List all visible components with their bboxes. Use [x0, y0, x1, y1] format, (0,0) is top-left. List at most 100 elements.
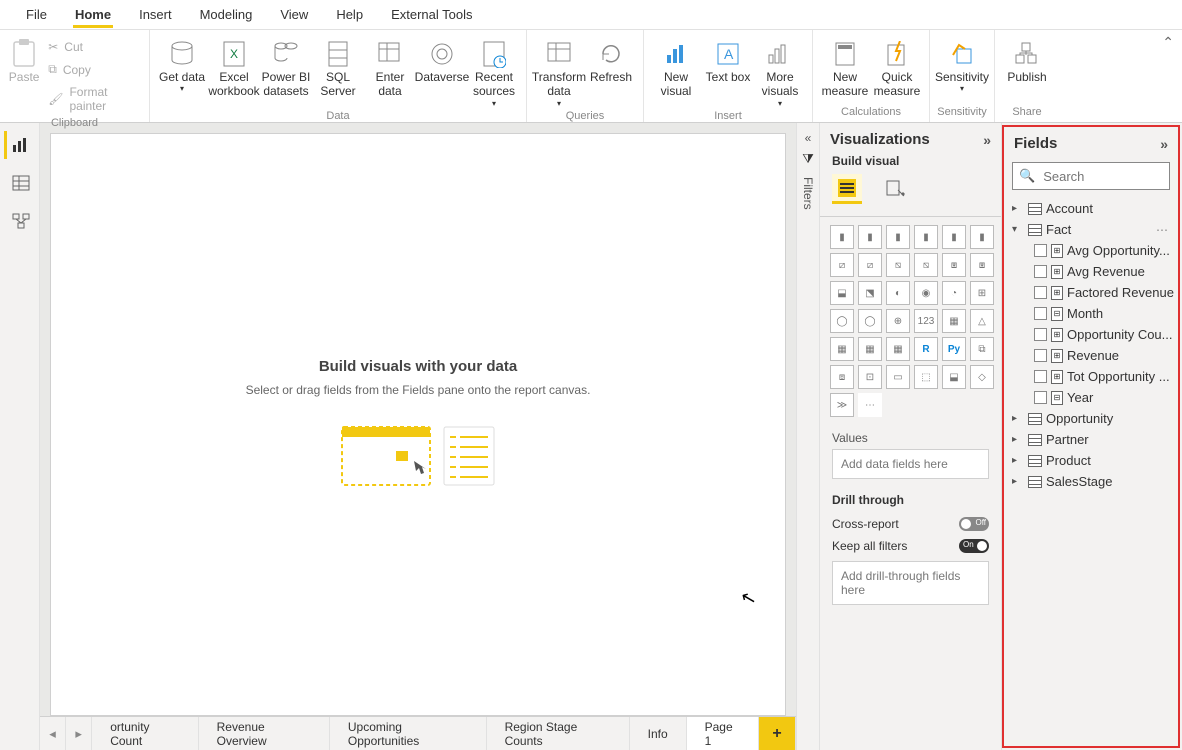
viz-type[interactable]: ▮ [942, 225, 966, 249]
viz-type[interactable]: ⧈ [830, 365, 854, 389]
values-well[interactable]: Add data fields here [832, 449, 989, 479]
page-tab[interactable]: Region Stage Counts [487, 717, 630, 750]
get-data-button[interactable]: Get data▾ [156, 34, 208, 108]
page-tab[interactable]: ortunity Count [92, 717, 198, 750]
refresh-button[interactable]: Refresh [585, 34, 637, 108]
table-row-fact[interactable]: ▾Fact⋯ [1008, 219, 1174, 240]
viz-type[interactable]: ⬚ [914, 365, 938, 389]
copy-button[interactable]: ⧉Copy [42, 60, 143, 79]
viz-type[interactable]: ⧄ [858, 253, 882, 277]
report-view-button[interactable] [4, 131, 36, 159]
dataverse-button[interactable]: Dataverse [416, 34, 468, 108]
viz-type[interactable]: ⊡ [858, 365, 882, 389]
fields-search[interactable]: 🔍 [1012, 162, 1170, 190]
page-tab[interactable]: Revenue Overview [199, 717, 330, 750]
data-view-button[interactable] [4, 169, 36, 197]
pbi-datasets-button[interactable]: Power BI datasets [260, 34, 312, 108]
new-measure-button[interactable]: New measure [819, 34, 871, 104]
format-visual-tab[interactable] [880, 174, 910, 204]
sql-server-button[interactable]: SQL Server [312, 34, 364, 108]
field-checkbox[interactable] [1034, 349, 1047, 362]
drill-through-well[interactable]: Add drill-through fields here [832, 561, 989, 605]
viz-type[interactable]: ◇ [970, 365, 994, 389]
viz-type[interactable]: ▦ [942, 309, 966, 333]
field-row[interactable]: ⊞Avg Opportunity... [1008, 240, 1174, 261]
menu-help[interactable]: Help [322, 1, 377, 28]
recent-sources-button[interactable]: Recent sources▾ [468, 34, 520, 108]
collapse-viz-icon[interactable]: » [983, 132, 991, 148]
model-view-button[interactable] [4, 207, 36, 235]
viz-type[interactable]: ⧅ [914, 253, 938, 277]
viz-type[interactable]: ◉ [914, 281, 938, 305]
menu-insert[interactable]: Insert [125, 1, 186, 28]
viz-type[interactable]: ⧆ [970, 253, 994, 277]
field-row[interactable]: ⊞Tot Opportunity ... [1008, 366, 1174, 387]
new-visual-button[interactable]: New visual [650, 34, 702, 108]
viz-type[interactable]: ◯ [858, 309, 882, 333]
viz-type[interactable]: ≫ [830, 393, 854, 417]
menu-external-tools[interactable]: External Tools [377, 1, 486, 28]
menu-file[interactable]: File [12, 1, 61, 28]
viz-type[interactable]: ▭ [886, 365, 910, 389]
field-row[interactable]: ⊞Avg Revenue [1008, 261, 1174, 282]
tabs-prev-button[interactable]: ◂ [40, 717, 66, 750]
viz-type[interactable]: ◔ [942, 281, 966, 305]
add-page-button[interactable]: + [759, 717, 796, 750]
field-checkbox[interactable] [1034, 391, 1047, 404]
viz-type[interactable]: ▦ [886, 337, 910, 361]
page-tab[interactable]: Info [630, 717, 687, 750]
sensitivity-button[interactable]: Sensitivity▾ [936, 34, 988, 104]
field-row[interactable]: ⊟Year [1008, 387, 1174, 408]
table-row-opportunity[interactable]: ▸Opportunity [1008, 408, 1174, 429]
viz-type[interactable]: ▦ [858, 337, 882, 361]
menu-view[interactable]: View [266, 1, 322, 28]
tabs-next-button[interactable]: ▸ [66, 717, 92, 750]
field-checkbox[interactable] [1034, 265, 1047, 278]
viz-type[interactable]: ◐ [886, 281, 910, 305]
field-checkbox[interactable] [1034, 328, 1047, 341]
text-box-button[interactable]: AText box [702, 34, 754, 108]
viz-type[interactable]: 123 [914, 309, 938, 333]
field-checkbox[interactable] [1034, 370, 1047, 383]
field-checkbox[interactable] [1034, 307, 1047, 320]
more-visuals-button[interactable]: More visuals▾ [754, 34, 806, 108]
viz-type[interactable]: Py [942, 337, 966, 361]
viz-type[interactable]: ⬔ [858, 281, 882, 305]
viz-type[interactable]: ▮ [970, 225, 994, 249]
enter-data-button[interactable]: Enter data [364, 34, 416, 108]
field-checkbox[interactable] [1034, 244, 1047, 257]
excel-button[interactable]: XExcel workbook [208, 34, 260, 108]
viz-type[interactable]: △ [970, 309, 994, 333]
menu-modeling[interactable]: Modeling [186, 1, 267, 28]
table-row-product[interactable]: ▸Product [1008, 450, 1174, 471]
cross-report-toggle[interactable]: Off [959, 517, 989, 531]
filters-pane-collapsed[interactable]: « ⧩ Filters [796, 123, 820, 750]
field-row[interactable]: ⊞Opportunity Cou... [1008, 324, 1174, 345]
publish-button[interactable]: Publish [1001, 34, 1053, 104]
viz-type[interactable]: ⧄ [830, 253, 854, 277]
viz-type[interactable]: ⊞ [970, 281, 994, 305]
viz-type[interactable]: ⧉ [970, 337, 994, 361]
report-canvas[interactable]: Build visuals with your data Select or d… [50, 133, 786, 716]
viz-type[interactable]: ⬓ [942, 365, 966, 389]
viz-type[interactable]: ▦ [830, 337, 854, 361]
table-row-account[interactable]: ▸Account [1008, 198, 1174, 219]
viz-type[interactable]: ⬓ [830, 281, 854, 305]
viz-type[interactable]: ▮ [886, 225, 910, 249]
viz-type[interactable]: ▮ [830, 225, 854, 249]
viz-type[interactable]: ◯ [830, 309, 854, 333]
format-painter-button[interactable]: 🖌Format painter [42, 83, 143, 115]
keep-all-filters-toggle[interactable]: On [959, 539, 989, 553]
viz-type[interactable]: R [914, 337, 938, 361]
cut-button[interactable]: ✂Cut [42, 38, 143, 56]
table-row-salesstage[interactable]: ▸SalesStage [1008, 471, 1174, 492]
field-checkbox[interactable] [1034, 286, 1047, 299]
field-row[interactable]: ⊞Factored Revenue [1008, 282, 1174, 303]
ribbon-collapse-icon[interactable]: ⌃ [1162, 34, 1174, 51]
menu-home[interactable]: Home [61, 1, 125, 28]
viz-type[interactable]: ⧆ [942, 253, 966, 277]
expand-filters-icon[interactable]: « [805, 131, 812, 145]
build-visual-tab[interactable] [832, 174, 862, 204]
fields-search-input[interactable] [1041, 168, 1182, 185]
collapse-fields-icon[interactable]: » [1160, 136, 1168, 152]
